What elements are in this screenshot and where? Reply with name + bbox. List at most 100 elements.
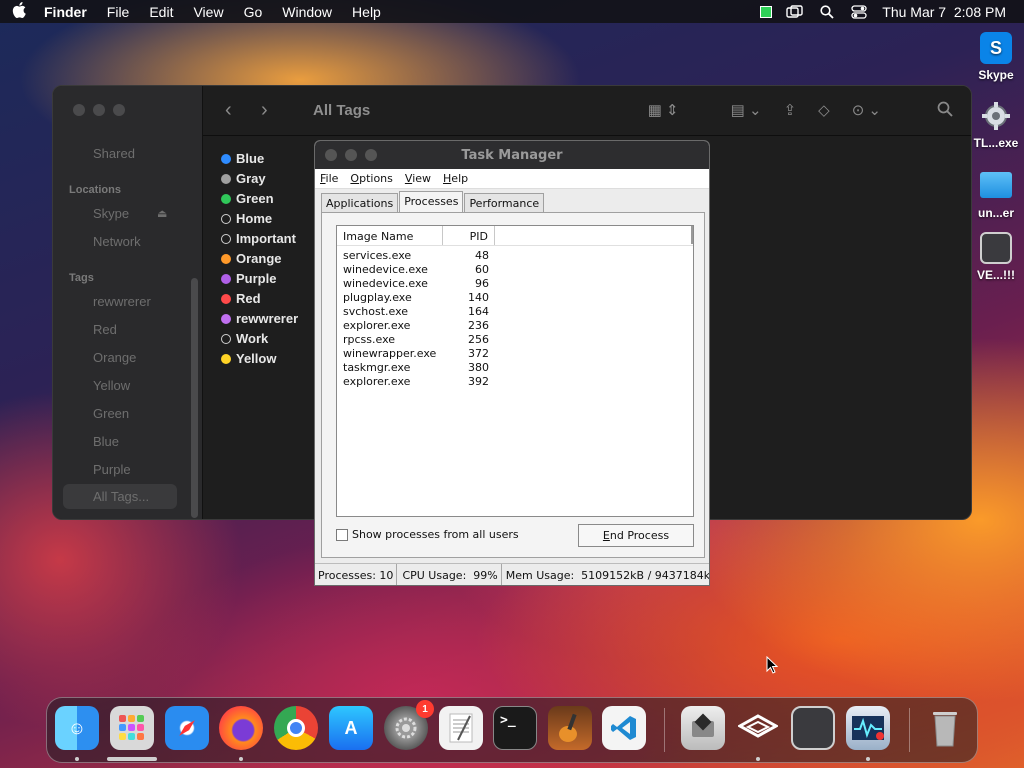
menu-go[interactable]: Go bbox=[234, 4, 273, 20]
end-process-button[interactable]: End Process bbox=[578, 524, 694, 547]
process-image-name: services.exe bbox=[343, 249, 412, 262]
menu-edit[interactable]: Edit bbox=[139, 4, 183, 20]
vscode-icon[interactable] bbox=[602, 706, 646, 750]
table-row[interactable]: winewrapper.exe 372 bbox=[337, 347, 693, 361]
table-row[interactable]: services.exe 48 bbox=[337, 249, 693, 263]
sidebar-item-all-tags[interactable]: All Tags... bbox=[63, 484, 177, 509]
textedit-icon[interactable] bbox=[439, 706, 483, 750]
table-row[interactable]: explorer.exe 392 bbox=[337, 375, 693, 389]
activity-monitor-icon[interactable] bbox=[846, 706, 890, 750]
menu-view[interactable]: View bbox=[183, 4, 233, 20]
zoom-window-button[interactable] bbox=[365, 149, 377, 161]
garageband-icon[interactable] bbox=[548, 706, 592, 750]
tag-row[interactable]: Blue bbox=[221, 151, 264, 166]
sidebar-item-network[interactable]: Network bbox=[93, 234, 141, 249]
close-window-button[interactable] bbox=[73, 104, 85, 116]
tag-color-dot-icon bbox=[221, 173, 231, 184]
zoom-window-button[interactable] bbox=[113, 104, 125, 116]
desktop-icon-ve[interactable]: VE...!!! bbox=[966, 232, 1024, 282]
table-row[interactable]: rpcss.exe 256 bbox=[337, 333, 693, 347]
back-chevron-icon[interactable]: ‹ bbox=[225, 99, 261, 122]
tag-row[interactable]: Gray bbox=[221, 171, 266, 186]
safari-icon[interactable] bbox=[165, 706, 209, 750]
sidebar-tag-blue[interactable]: Blue bbox=[93, 434, 119, 449]
process-rows: services.exe 48 winedevice.exe 60 winedevice… bbox=[337, 246, 693, 389]
apple-menu-icon[interactable] bbox=[0, 1, 38, 22]
sidebar-item-skype[interactable]: Skype bbox=[93, 206, 129, 221]
sidebar-scrollbar[interactable] bbox=[191, 278, 198, 518]
desktop-icon-skype[interactable]: S Skype bbox=[966, 32, 1024, 82]
tag-row[interactable]: Purple bbox=[221, 271, 276, 286]
tag-name: Orange bbox=[236, 251, 282, 266]
firefox-icon[interactable] bbox=[219, 706, 263, 750]
system-settings-icon[interactable]: 1 bbox=[384, 700, 434, 750]
finder-app-icon[interactable]: ☺ bbox=[55, 706, 99, 750]
tm-menu-help[interactable]: Help bbox=[442, 172, 475, 185]
tm-menu-options[interactable]: Options bbox=[349, 172, 399, 185]
app-window-icon[interactable] bbox=[791, 706, 835, 750]
sidebar-tag-red[interactable]: Red bbox=[93, 322, 117, 337]
tab-applications[interactable]: Applications bbox=[321, 193, 399, 212]
share-icon[interactable]: ⇪ bbox=[784, 101, 797, 121]
group-by-icon[interactable]: ▤ ⌄ bbox=[731, 101, 762, 121]
table-row[interactable]: taskmgr.exe 380 bbox=[337, 361, 693, 375]
tm-menu-view[interactable]: View bbox=[404, 172, 438, 185]
tag-row[interactable]: Yellow bbox=[221, 351, 276, 366]
search-icon[interactable] bbox=[937, 101, 953, 121]
sidebar-tag-purple[interactable]: Purple bbox=[93, 462, 131, 477]
disk-utility-icon[interactable] bbox=[681, 706, 725, 750]
chrome-icon[interactable] bbox=[274, 706, 318, 750]
show-all-users-checkbox[interactable]: Show processes from all users bbox=[336, 528, 519, 541]
screen-mirroring-icon[interactable] bbox=[786, 4, 804, 19]
sidebar-tag-orange[interactable]: Orange bbox=[93, 350, 136, 365]
menu-bar-clock[interactable]: Thu Mar 7 2:08 PM bbox=[882, 4, 1006, 20]
menu-window[interactable]: Window bbox=[272, 4, 342, 20]
sidebar-item-shared[interactable]: Shared bbox=[93, 146, 135, 161]
column-header-image-name[interactable]: Image Name bbox=[337, 226, 443, 245]
sidebar-tag-rewwrerer[interactable]: rewwrerer bbox=[93, 294, 151, 309]
tag-row[interactable]: rewwrerer bbox=[221, 311, 298, 326]
spotlight-search-icon[interactable] bbox=[818, 4, 836, 19]
control-center-icon[interactable] bbox=[850, 4, 868, 19]
forward-chevron-icon[interactable]: › bbox=[261, 99, 297, 122]
table-row[interactable]: svchost.exe 164 bbox=[337, 305, 693, 319]
view-options-icon[interactable]: ▦ ⇕ bbox=[648, 101, 679, 121]
table-row[interactable]: plugplay.exe 140 bbox=[337, 291, 693, 305]
trash-icon[interactable] bbox=[923, 706, 967, 750]
sidebar-tag-green[interactable]: Green bbox=[93, 406, 129, 421]
minimize-window-button[interactable] bbox=[93, 104, 105, 116]
menu-help[interactable]: Help bbox=[342, 4, 391, 20]
tag-row[interactable]: Work bbox=[221, 331, 268, 346]
process-list[interactable]: Image Name PID services.exe 48 winedevice.… bbox=[336, 225, 694, 517]
desktop-icon-tl-exe[interactable]: TL...exe bbox=[966, 100, 1024, 150]
desktop-icon-un-er[interactable]: un...er bbox=[966, 168, 1024, 220]
tab-processes[interactable]: Processes bbox=[399, 191, 464, 212]
checkbox-box[interactable] bbox=[336, 528, 348, 541]
tm-menu-file[interactable]: File bbox=[319, 172, 345, 185]
sidebar-tag-yellow[interactable]: Yellow bbox=[93, 378, 130, 393]
tag-row[interactable]: Important bbox=[221, 231, 296, 246]
menu-file[interactable]: File bbox=[97, 4, 140, 20]
tag-row[interactable]: Green bbox=[221, 191, 274, 206]
tab-performance[interactable]: Performance bbox=[464, 193, 545, 212]
tag-icon[interactable]: ◇ bbox=[818, 101, 830, 121]
app-store-icon[interactable]: A bbox=[329, 706, 373, 750]
layers-app-icon[interactable] bbox=[736, 706, 780, 750]
more-actions-icon[interactable]: ⊙ ⌄ bbox=[852, 101, 881, 121]
launchpad-icon[interactable] bbox=[110, 706, 154, 750]
close-window-button[interactable] bbox=[325, 149, 337, 161]
menu-app-name[interactable]: Finder bbox=[38, 4, 97, 20]
column-header-pid[interactable]: PID bbox=[443, 226, 495, 245]
table-row[interactable]: explorer.exe 236 bbox=[337, 319, 693, 333]
table-row[interactable]: winedevice.exe 96 bbox=[337, 277, 693, 291]
tag-row[interactable]: Orange bbox=[221, 251, 282, 266]
terminal-icon[interactable]: >_ bbox=[493, 706, 537, 750]
minimize-window-button[interactable] bbox=[345, 149, 357, 161]
status-indicator-icon[interactable] bbox=[760, 5, 773, 18]
eject-icon[interactable]: ⏏ bbox=[157, 207, 167, 220]
tag-row[interactable]: Red bbox=[221, 291, 261, 306]
table-row[interactable]: winedevice.exe 60 bbox=[337, 263, 693, 277]
folder-icon bbox=[980, 172, 1012, 198]
task-manager-title-bar[interactable]: Task Manager bbox=[315, 141, 709, 169]
tag-row[interactable]: Home bbox=[221, 211, 272, 226]
